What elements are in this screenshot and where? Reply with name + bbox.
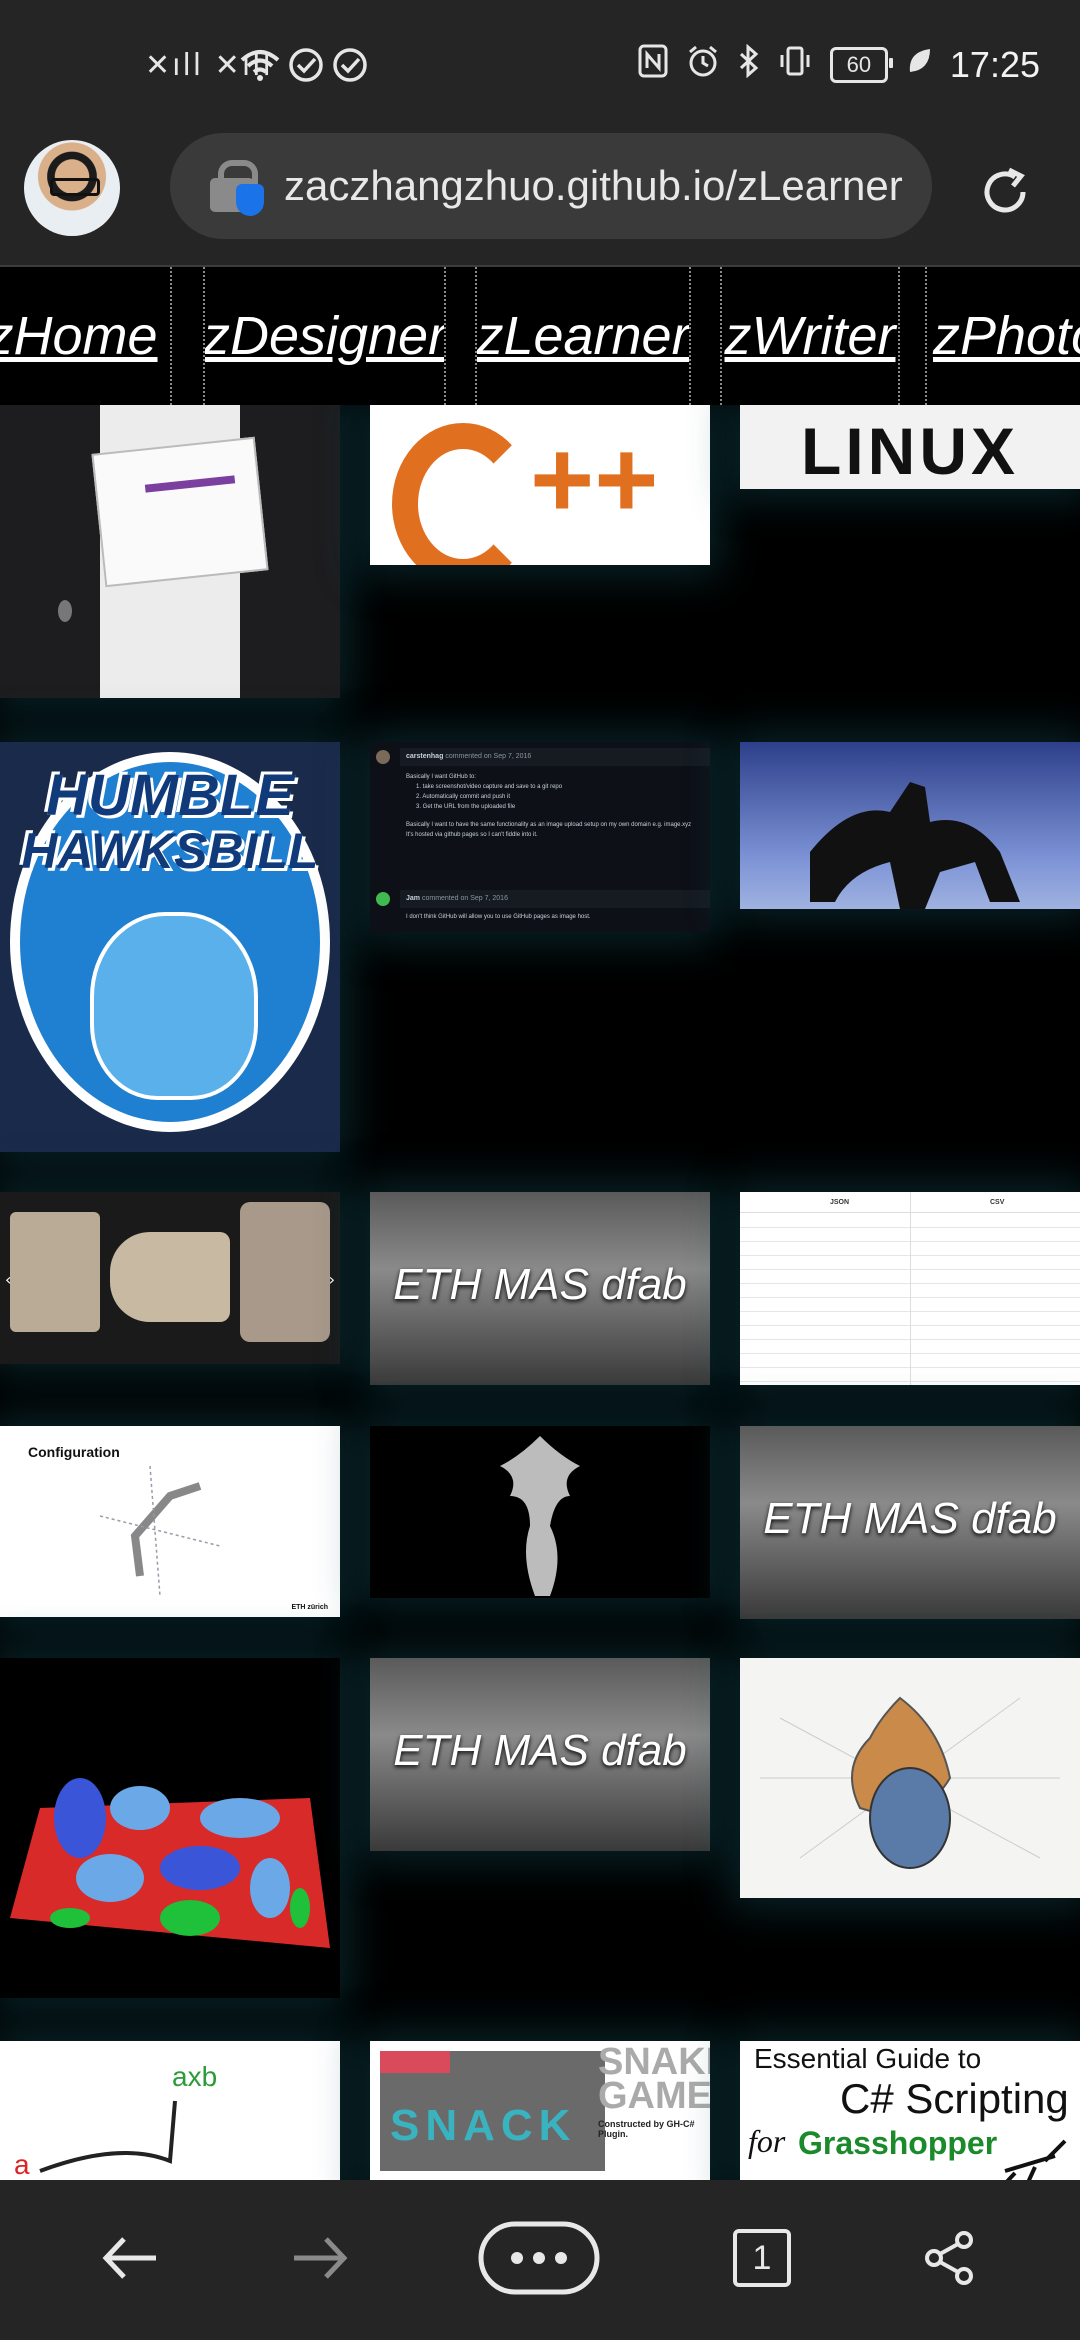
eth-mas-label: ETH MAS dfab [393, 1260, 687, 1309]
nav-tab-label[interactable]: zPhoto [933, 305, 1080, 367]
nav-tab-label[interactable]: zLearner [477, 305, 689, 367]
tile-humble-hawksbill[interactable]: HUMBLE HAWKSBILL [0, 742, 340, 1152]
gh-username: Jam [406, 895, 421, 902]
nav-tab-label[interactable]: zDesigner [205, 305, 444, 367]
table-header: JSON [830, 1198, 850, 1206]
table-header: CSV [990, 1198, 1005, 1206]
back-arrow-icon[interactable] [90, 2218, 170, 2298]
gh-text-line: 1. take screenshot/video capture and sav… [416, 784, 563, 790]
forward-arrow-icon[interactable] [280, 2218, 360, 2298]
nav-tab-zdesigner[interactable]: zDesigner [203, 267, 446, 405]
nav-tab-zwriter[interactable]: zWriter [720, 267, 900, 405]
eth-mas-label: ETH MAS dfab [393, 1726, 687, 1775]
tile-eth-mas-dfab-1[interactable]: ETH MAS dfab [370, 1192, 710, 1385]
bluetooth-icon [738, 43, 760, 86]
reload-icon[interactable] [975, 162, 1035, 222]
nav-tab-label[interactable]: zHome [0, 305, 158, 367]
nfc-icon [638, 44, 668, 86]
csharp-guide-for: for [748, 2123, 786, 2159]
gh-text-line: I don't think GitHub will allow you to u… [406, 914, 591, 920]
tile-robot-configuration[interactable]: Configuration ETH zürich [0, 1426, 340, 1617]
linux-text: LINUX [801, 414, 1019, 488]
tile-github-comment[interactable]: carstenhag commented on Sep 7, 2016 Basi… [370, 742, 710, 932]
csharp-guide-line1: Essential Guide to [754, 2043, 982, 2074]
gh-text-line: 2. Automatically commit and push it [416, 794, 511, 800]
tile-eth-mas-dfab-3[interactable]: ETH MAS dfab [370, 1658, 710, 1851]
tile-linux-logo[interactable]: LINUX [740, 405, 1080, 489]
tabs-icon[interactable]: 1 [722, 2218, 802, 2298]
tile-cross-product[interactable]: axb a [0, 2041, 340, 2180]
share-icon[interactable] [910, 2218, 990, 2298]
gh-text-line: 3. Get the URL from the uploaded file [416, 804, 516, 810]
tile-snake-game[interactable]: SNACK SNAKE GAME Constructed by GH-C# Pl… [370, 2041, 710, 2180]
tile-cpp-logo[interactable]: ++ [370, 405, 710, 565]
hawksbill-text: HAWKSBILL [21, 823, 319, 879]
browser-toolbar: zaczhangzhuo.github.io/zLearner [0, 130, 1080, 267]
nav-tab-zhome[interactable]: zHome [0, 267, 172, 405]
lock-shield-icon[interactable] [210, 160, 264, 216]
gh-username: carstenhag [406, 753, 444, 760]
url-text[interactable]: zaczhangzhuo.github.io/zLearner [284, 162, 904, 210]
tile-json-csv-table[interactable]: JSON CSV [740, 1192, 1080, 1385]
check-circle-icon [288, 40, 324, 90]
tile-statue-photo[interactable] [740, 742, 1080, 909]
battery-icon: 60 [829, 47, 893, 83]
tile-badge-photo[interactable] [0, 405, 340, 698]
tile-csharp-guide[interactable]: Essential Guide to C# Scripting for Gras… [740, 2041, 1080, 2180]
site-nav: zHome zDesigner zLearner zWriter zPhoto [0, 267, 1080, 405]
nav-tab-label[interactable]: zWriter [725, 305, 896, 367]
tab-count: 1 [733, 2229, 791, 2287]
carousel-next-icon[interactable]: › [329, 1270, 335, 1289]
snake-title: SNAKE [598, 2041, 710, 2083]
eth-mas-label: ETH MAS dfab [763, 1494, 1057, 1543]
tile-eth-mas-dfab-2[interactable]: ETH MAS dfab [740, 1426, 1080, 1619]
game-title: GAME [598, 2075, 710, 2117]
tile-sculpture-render[interactable] [370, 1426, 710, 1598]
cpp-plus-text: ++ [530, 418, 659, 541]
leaf-icon [906, 46, 932, 84]
gh-text-line: Basically I want GitHub to: [406, 774, 477, 780]
status-right-cluster: 60 17:25 [638, 40, 1040, 90]
learner-grid: ++ LINUX HUMBLE HAWKSBILL carstenhag com… [0, 405, 1080, 2180]
eth-brand: ETH zürich [291, 1604, 328, 1611]
carousel-prev-icon[interactable]: ‹ [5, 1270, 11, 1289]
more-icon[interactable] [478, 2218, 600, 2298]
nav-tab-zlearner[interactable]: zLearner [475, 267, 691, 405]
snake-word: SNACK [390, 2101, 577, 2150]
alarm-icon [686, 44, 720, 86]
address-bar[interactable]: zaczhangzhuo.github.io/zLearner [170, 133, 932, 239]
snake-subtitle: Constructed by GH-C# Plugin. [598, 2119, 695, 2139]
gh-text-line: It's hosted via github pages so I can't … [406, 832, 538, 838]
wifi-icon [240, 40, 280, 90]
status-bar: ✕ıll ✕ıll 60 17:25 [0, 0, 1080, 130]
vibrate-icon [778, 44, 812, 86]
avatar[interactable] [24, 140, 120, 236]
gh-meta: commented on Sep 7, 2016 [445, 753, 532, 760]
csharp-guide-line2: C# Scripting [840, 2075, 1069, 2122]
check-circle-icon [332, 40, 368, 90]
nav-tab-zphoto[interactable]: zPhoto [925, 267, 1080, 405]
browser-bottom-bar: 1 [0, 2180, 1080, 2340]
tile-shell-drawing[interactable] [740, 1658, 1080, 1898]
tile-3d-terrain[interactable] [0, 1658, 340, 1998]
csharp-guide-line3: Grasshopper [798, 2125, 998, 2161]
humble-text: HUMBLE [45, 763, 295, 828]
clock: 17:25 [949, 44, 1040, 85]
gh-meta: commented on Sep 7, 2016 [421, 895, 508, 902]
tile-model-photo[interactable]: ‹ › [0, 1192, 340, 1364]
gh-text-line: Basically I want to have the same functi… [406, 822, 692, 828]
